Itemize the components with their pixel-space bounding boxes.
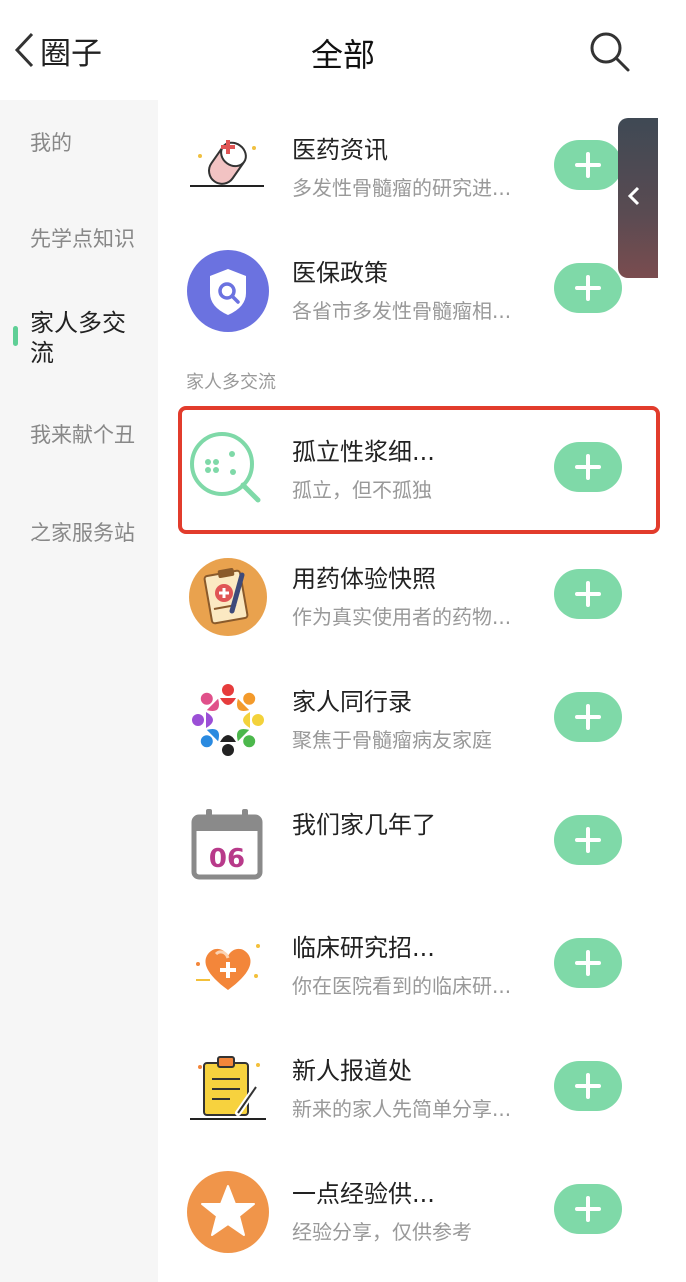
- list-item[interactable]: 医药资讯 多发性骨髓瘤的研究进...: [158, 112, 686, 222]
- shield-search-icon: [186, 249, 270, 333]
- join-button[interactable]: [554, 1184, 622, 1234]
- item-desc: 你在医院看到的临床研...: [292, 974, 512, 998]
- list-item[interactable]: 新人报道处 新来的家人先简单分享...: [158, 1033, 686, 1143]
- item-name: 医保政策: [292, 259, 388, 287]
- item-name: 一点经验供...: [292, 1180, 435, 1208]
- top-bar: 圈子 全部: [0, 0, 686, 100]
- list-item[interactable]: 一点经验供... 经验分享，仅供参考: [158, 1156, 686, 1266]
- item-name: 医药资讯: [292, 136, 388, 164]
- selection-highlight: [178, 406, 660, 534]
- people-circle-icon: [186, 678, 270, 762]
- sidebar-item-service[interactable]: 之家服务站: [30, 518, 150, 548]
- item-desc: 经验分享，仅供参考: [292, 1220, 472, 1244]
- search-icon: [590, 32, 630, 72]
- item-desc: 新来的家人先简单分享...: [292, 1097, 512, 1121]
- join-button[interactable]: [554, 692, 622, 742]
- search-button[interactable]: [588, 30, 632, 74]
- active-indicator: [13, 326, 18, 346]
- heart-plus-icon: [186, 924, 270, 1008]
- list-item[interactable]: 家人同行录 聚焦于骨髓瘤病友家庭: [158, 664, 686, 774]
- floating-side-handle[interactable]: [618, 118, 658, 278]
- join-button[interactable]: [554, 938, 622, 988]
- sidebar-item-family-exchange[interactable]: 家人多交 流: [30, 308, 150, 368]
- item-desc: 作为真实使用者的药物...: [292, 605, 512, 629]
- sidebar-item-mine[interactable]: 我的: [30, 128, 150, 158]
- chevron-left-icon: [627, 186, 640, 206]
- list-item[interactable]: 临床研究招... 你在医院看到的临床研...: [158, 910, 686, 1020]
- sidebar-item-share[interactable]: 我来献个丑: [30, 420, 150, 450]
- item-name: 新人报道处: [292, 1057, 412, 1085]
- list-item[interactable]: 医保政策 各省市多发性骨髓瘤相...: [158, 235, 686, 345]
- medical-clipboard-icon: [186, 555, 270, 639]
- join-button[interactable]: [554, 263, 622, 313]
- page-title: 全部: [310, 36, 375, 74]
- item-desc: 各省市多发性骨髓瘤相...: [292, 299, 512, 323]
- category-sidebar: 我的 先学点知识 家人多交 流 我来献个丑 之家服务站: [0, 100, 158, 1282]
- list-item[interactable]: 用药体验快照 作为真实使用者的药物...: [158, 541, 686, 651]
- join-button[interactable]: [554, 815, 622, 865]
- join-button[interactable]: [554, 140, 622, 190]
- item-desc: 多发性骨髓瘤的研究进...: [292, 176, 512, 200]
- join-button[interactable]: [554, 569, 622, 619]
- join-button[interactable]: [554, 1061, 622, 1111]
- item-name: 临床研究招...: [292, 934, 435, 962]
- notepad-pencil-icon: [186, 1047, 270, 1131]
- calendar-icon: 06: [186, 801, 270, 885]
- circle-list: 医药资讯 多发性骨髓瘤的研究进... 医保政策 各省市多发性骨髓瘤相... 家人…: [158, 100, 686, 1282]
- item-desc: 聚焦于骨髓瘤病友家庭: [292, 728, 492, 752]
- list-item[interactable]: 06 我们家几年了: [158, 787, 686, 897]
- calendar-day: 06: [209, 844, 245, 874]
- item-name: 用药体验快照: [292, 565, 436, 593]
- item-name: 我们家几年了: [292, 811, 436, 839]
- section-header: 家人多交流: [186, 372, 276, 393]
- star-icon: [186, 1170, 270, 1254]
- pill-capsule-icon: [186, 126, 270, 210]
- sidebar-item-learn[interactable]: 先学点知识: [30, 224, 150, 254]
- item-name: 家人同行录: [292, 688, 412, 716]
